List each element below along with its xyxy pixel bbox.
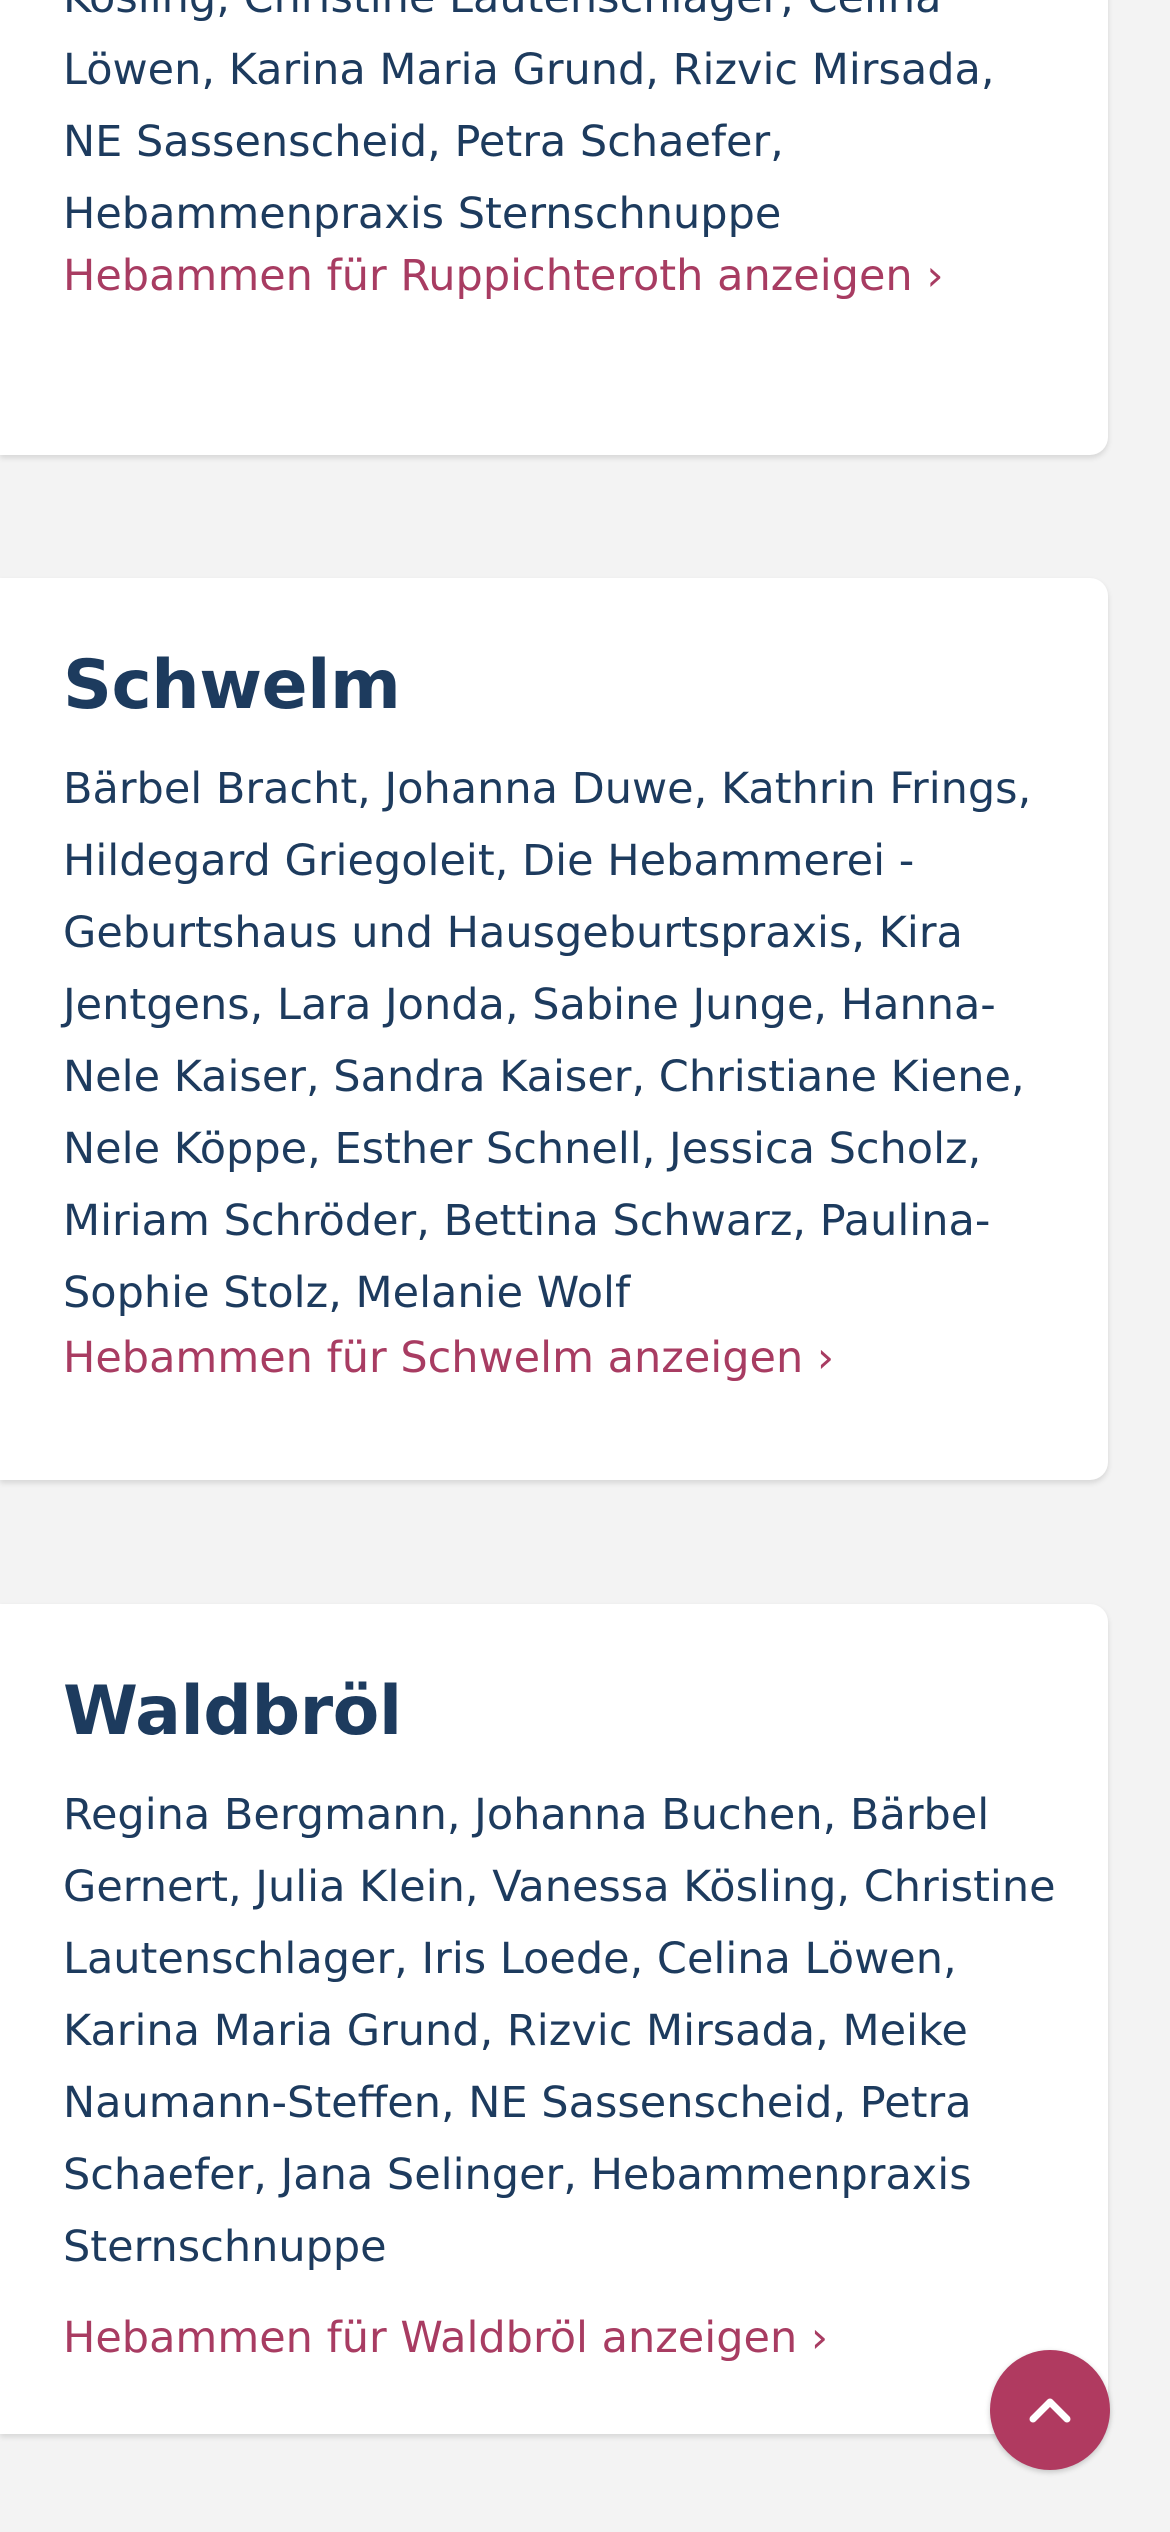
city-card-ruppichteroth: Sandra Dodenhoff, Sandra Kaiser, Vanessa… <box>0 0 1108 455</box>
midwife-names-list: Bärbel Bracht, Johanna Duwe, Kathrin Fri… <box>63 764 1032 1318</box>
show-midwives-schwelm-link[interactable]: Hebammen für Schwelm anzeigen › <box>63 1328 834 1388</box>
show-midwives-waldbroel-link[interactable]: Hebammen für Waldbröl anzeigen › <box>63 2308 828 2368</box>
city-title: Waldbröl <box>63 1672 402 1751</box>
city-title: Schwelm <box>63 646 401 725</box>
midwife-names-list: Regina Bergmann, Johanna Buchen, Bärbel … <box>63 1790 1056 2272</box>
city-card-waldbroel: Waldbröl Regina Bergmann, Johanna Buchen… <box>0 1604 1108 2434</box>
midwife-names-list: Sandra Dodenhoff, Sandra Kaiser, Vanessa… <box>63 0 995 239</box>
chevron-up-icon <box>1029 2398 1071 2423</box>
show-midwives-ruppichteroth-link[interactable]: Hebammen für Ruppichteroth anzeigen › <box>63 246 944 306</box>
scroll-to-top-button[interactable] <box>990 2350 1110 2470</box>
city-card-schwelm: Schwelm Bärbel Bracht, Johanna Duwe, Kat… <box>0 578 1108 1480</box>
